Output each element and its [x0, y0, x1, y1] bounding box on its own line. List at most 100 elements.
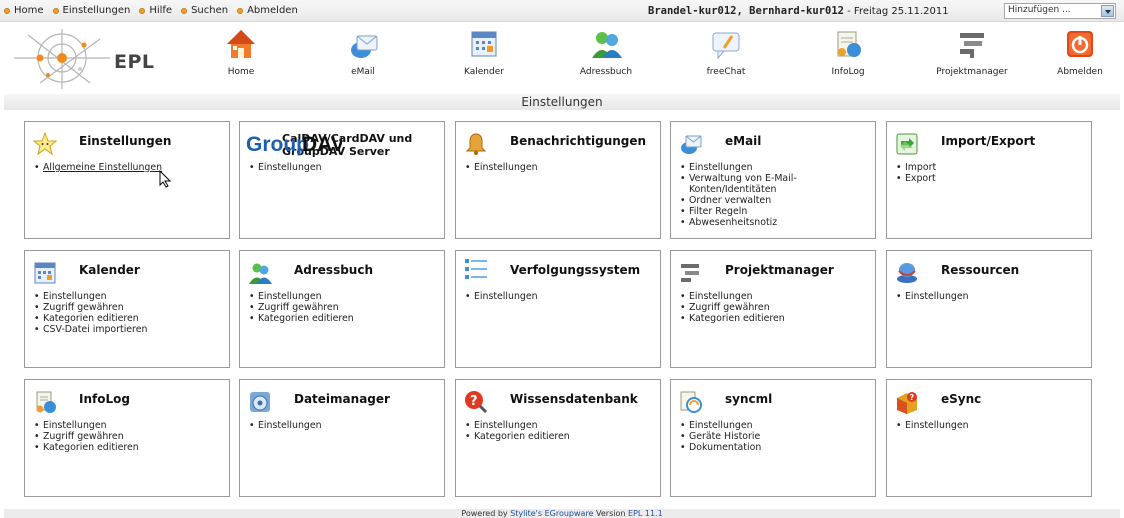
link-einstellungen[interactable]: Einstellungen: [679, 420, 761, 431]
user-name: Brandel-kur012, Bernhard-kur012: [648, 5, 844, 17]
link-einstellungen[interactable]: Einstellungen: [895, 420, 969, 431]
svg-text:DAV: DAV: [302, 133, 342, 156]
panel-title: eSync: [941, 392, 982, 406]
app-projectmanager[interactable]: Projektmanager: [932, 28, 1012, 77]
app-calendar[interactable]: Kalender: [444, 28, 524, 77]
chat-icon: [710, 28, 742, 60]
link-import[interactable]: Import: [895, 162, 936, 173]
panel-adressbuch: Adressbuch Einstellungen Zugriff gewähre…: [239, 250, 445, 368]
link-kategorien-editieren[interactable]: Kategorien editieren: [464, 431, 570, 442]
bell-icon: [465, 133, 487, 155]
egroupware-link[interactable]: Stylite's EGroupware: [510, 509, 593, 518]
link-einstellungen[interactable]: Einstellungen: [679, 162, 869, 173]
link-kategorien-editieren[interactable]: Kategorien editieren: [33, 442, 139, 453]
top-links: Home Einstellungen Hilfe Suchen Abmelden: [4, 5, 298, 16]
link-einstellungen[interactable]: Einstellungen: [679, 291, 785, 302]
link-zugriff-gewaehren[interactable]: Zugriff gewähren: [33, 431, 139, 442]
esync-icon: ?: [897, 392, 917, 414]
resources-icon: [897, 263, 917, 283]
infolog-icon: [832, 28, 864, 60]
link-allgemeine-einstellungen[interactable]: Allgemeine Einstellungen: [33, 162, 162, 173]
panel-import-export: Import/Export Import Export: [886, 121, 1092, 239]
panel-links: Einstellungen Verwaltung von E-Mail-Kont…: [679, 162, 869, 228]
panel-groupdav: CalDAV/CardDAV und GroupDAV Server Group…: [239, 121, 445, 239]
link-einstellungen[interactable]: Einstellungen: [464, 291, 538, 302]
groupdav-logo: GroupDAV: [246, 133, 342, 156]
toplink-suchen[interactable]: Suchen: [181, 5, 228, 16]
toplink-home[interactable]: Home: [4, 5, 44, 16]
panel-links: Einstellungen: [464, 291, 538, 302]
link-einstellungen[interactable]: Einstellungen: [248, 162, 322, 173]
link-csv-import[interactable]: CSV-Datei importieren: [33, 324, 147, 335]
link-einstellungen[interactable]: Einstellungen: [895, 291, 969, 302]
panel-dateimanager: Dateimanager Einstellungen: [239, 379, 445, 497]
filemanager-icon: [250, 392, 270, 412]
version-link[interactable]: EPL 11.1: [628, 509, 663, 518]
link-kategorien-editieren[interactable]: Kategorien editieren: [33, 313, 147, 324]
link-zugriff-gewaehren[interactable]: Zugriff gewähren: [679, 302, 785, 313]
link-einstellungen[interactable]: Einstellungen: [248, 420, 322, 431]
panel-title: Einstellungen: [79, 134, 172, 148]
panel-title: Verfolgungssystem: [510, 263, 641, 277]
toplink-abmelden[interactable]: Abmelden: [237, 5, 298, 16]
addressbook-icon: [590, 28, 622, 60]
link-einstellungen[interactable]: Einstellungen: [464, 420, 570, 431]
logout-icon: [1064, 28, 1096, 60]
panel-title: Adressbuch: [294, 263, 374, 277]
link-ordner-verwalten[interactable]: Ordner verwalten: [679, 195, 869, 206]
panel-verfolgungssystem: Verfolgungssystem Einstellungen: [455, 250, 661, 368]
bullet-icon: [237, 7, 244, 14]
panel-title: Ressourcen: [941, 263, 1020, 277]
mouse-cursor-icon: [159, 170, 172, 188]
calendar-icon: [34, 262, 56, 284]
svg-text:?: ?: [910, 393, 915, 402]
link-filter-regeln[interactable]: Filter Regeln: [679, 206, 869, 217]
addressbook-icon: [249, 263, 272, 284]
link-einstellungen[interactable]: Einstellungen: [248, 291, 354, 302]
toplink-hilfe[interactable]: Hilfe: [139, 5, 172, 16]
panel-links: Einstellungen Zugriff gewähren Kategorie…: [33, 420, 139, 453]
projectmanager-icon: [681, 264, 699, 282]
link-kategorien-editieren[interactable]: Kategorien editieren: [679, 313, 785, 324]
link-geraete-historie[interactable]: Geräte Historie: [679, 431, 761, 442]
link-verwaltung-konten[interactable]: Verwaltung von E-Mail-Konten/Identitäten: [679, 173, 819, 195]
app-freechat[interactable]: freeChat: [686, 28, 766, 77]
panel-benachrichtigungen: Benachrichtigungen Einstellungen: [455, 121, 661, 239]
link-einstellungen[interactable]: Einstellungen: [33, 420, 139, 431]
svg-text:Group: Group: [246, 133, 309, 156]
app-navigation: Home eMail Kalender Adressbuch freeChat …: [0, 28, 1124, 94]
star-icon: [33, 132, 57, 156]
mail-icon: [347, 28, 379, 60]
app-infolog[interactable]: InfoLog: [808, 28, 888, 77]
section-title: Einstellungen: [4, 94, 1120, 110]
link-dokumentation[interactable]: Dokumentation: [679, 442, 761, 453]
link-kategorien-editieren[interactable]: Kategorien editieren: [248, 313, 354, 324]
svg-text:?: ?: [470, 394, 478, 409]
infolog-icon: [36, 391, 56, 413]
link-export[interactable]: Export: [895, 173, 936, 184]
app-home[interactable]: Home: [201, 28, 281, 77]
link-zugriff-gewaehren[interactable]: Zugriff gewähren: [33, 302, 147, 313]
link-zugriff-gewaehren[interactable]: Zugriff gewähren: [248, 302, 354, 313]
top-bar: Home Einstellungen Hilfe Suchen Abmelden…: [0, 0, 1124, 22]
add-select[interactable]: Hinzufügen ...: [1004, 3, 1116, 19]
panel-wissensdatenbank: ? Wissensdatenbank Einstellungen Kategor…: [455, 379, 661, 497]
toplink-einstellungen[interactable]: Einstellungen: [52, 5, 130, 16]
syncml-icon: [680, 391, 702, 413]
link-einstellungen[interactable]: Einstellungen: [33, 291, 147, 302]
projectmanager-icon: [956, 28, 988, 60]
panel-links: Einstellungen: [895, 291, 969, 302]
app-abmelden[interactable]: Abmelden: [1040, 28, 1120, 77]
panel-links: Einstellungen Geräte Historie Dokumentat…: [679, 420, 761, 453]
panel-title: InfoLog: [79, 392, 130, 406]
chevron-down-icon[interactable]: [1101, 5, 1114, 17]
panel-einstellungen: Einstellungen Allgemeine Einstellungen: [24, 121, 230, 239]
link-abwesenheitsnotiz[interactable]: Abwesenheitsnotiz: [679, 217, 869, 228]
panel-title: Kalender: [79, 263, 140, 277]
panel-links: Import Export: [895, 162, 936, 184]
link-einstellungen[interactable]: Einstellungen: [464, 162, 538, 173]
panel-infolog: InfoLog Einstellungen Zugriff gewähren K…: [24, 379, 230, 497]
app-addressbook[interactable]: Adressbuch: [566, 28, 646, 77]
app-email[interactable]: eMail: [323, 28, 403, 77]
panel-links: Einstellungen: [464, 162, 538, 173]
